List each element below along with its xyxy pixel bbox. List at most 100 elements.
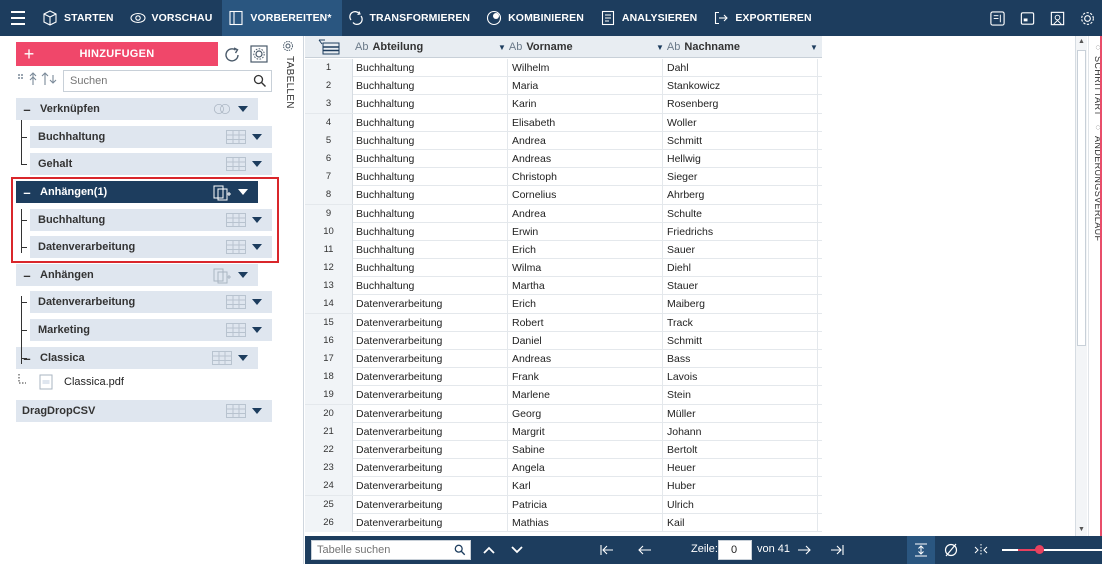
table-row[interactable]: 13 Buchhaltung Martha Stauer bbox=[305, 277, 822, 296]
table-cell[interactable]: Datenverarbeitung bbox=[353, 422, 508, 441]
table-cell[interactable]: Buchhaltung bbox=[353, 186, 508, 205]
table-cell[interactable]: Rosenberg bbox=[663, 95, 818, 114]
table-row[interactable]: 15 Datenverarbeitung Robert Track bbox=[305, 313, 822, 332]
table-cell[interactable]: Datenverarbeitung bbox=[353, 295, 508, 314]
chevron-down-icon[interactable] bbox=[252, 407, 262, 415]
column-header-nachname[interactable]: ▼ Ab Nachname bbox=[656, 36, 816, 58]
table-cell[interactable]: Buchhaltung bbox=[353, 131, 508, 150]
table-cell[interactable]: Heuer bbox=[663, 459, 818, 478]
table-cell[interactable]: Sieger bbox=[663, 168, 818, 187]
table-cell[interactable]: Buchhaltung bbox=[353, 277, 508, 296]
tab-transformieren[interactable]: TRANSFORMIEREN bbox=[342, 0, 481, 36]
table-cell[interactable]: Hellwig bbox=[663, 149, 818, 168]
table-cell[interactable]: Sauer bbox=[663, 240, 818, 259]
tree-child-buchhaltung[interactable]: Buchhaltung bbox=[30, 126, 272, 148]
table-cell[interactable]: Datenverarbeitung bbox=[353, 459, 508, 478]
chevron-down-icon[interactable] bbox=[238, 271, 248, 279]
vertical-scrollbar[interactable]: ▲ ▼ bbox=[1075, 36, 1087, 536]
scroll-up-icon[interactable]: ▲ bbox=[1078, 38, 1085, 45]
table-cell[interactable]: Datenverarbeitung bbox=[353, 477, 508, 496]
table-cell[interactable]: Datenverarbeitung bbox=[353, 313, 508, 332]
table-row[interactable]: 6 Buchhaltung Andreas Hellwig bbox=[305, 149, 822, 169]
refresh-icon[interactable] bbox=[223, 45, 243, 65]
table-row[interactable]: 9 Buchhaltung Andrea Schulte bbox=[305, 204, 822, 223]
chevron-down-icon[interactable] bbox=[252, 133, 262, 141]
zoom-slider[interactable] bbox=[1002, 545, 1102, 554]
table-row[interactable]: 26 Datenverarbeitung Mathias Kail bbox=[305, 513, 822, 532]
chevron-down-icon[interactable] bbox=[252, 326, 262, 334]
row-height-toggle-button[interactable] bbox=[907, 536, 935, 564]
tabellen-vertical-label[interactable]: TABELLEN bbox=[281, 56, 295, 126]
table-cell[interactable]: Datenverarbeitung bbox=[353, 331, 508, 350]
tab-kombinieren[interactable]: KOMBINIEREN bbox=[480, 0, 594, 36]
table-cell[interactable]: Buchhaltung bbox=[353, 59, 508, 77]
table-cell[interactable]: Andreas bbox=[508, 350, 663, 368]
table-row[interactable]: 1 Buchhaltung Wilhelm Dahl bbox=[305, 59, 822, 78]
table-cell[interactable]: Stankowicz bbox=[663, 77, 818, 96]
table-cell[interactable]: Patricia bbox=[508, 495, 663, 514]
tab-starten[interactable]: STARTEN bbox=[36, 0, 124, 36]
table-cell[interactable]: Karl bbox=[508, 477, 663, 496]
table-cell[interactable]: Buchhaltung bbox=[353, 204, 508, 223]
table-cell[interactable]: Wilma bbox=[508, 259, 663, 278]
table-cell[interactable]: Woller bbox=[663, 113, 818, 132]
tree-child-marketing[interactable]: Marketing bbox=[30, 319, 272, 341]
table-cell[interactable]: Christoph bbox=[508, 168, 663, 187]
table-row[interactable]: 21 Datenverarbeitung Margrit Johann bbox=[305, 422, 822, 441]
window-icon[interactable] bbox=[1012, 0, 1042, 36]
prev-match-button[interactable] bbox=[477, 536, 501, 564]
menu-icon[interactable] bbox=[0, 0, 36, 36]
tree-group-verkn-pfen[interactable]: – Verknüpfen bbox=[16, 98, 258, 120]
collapse-icon[interactable]: – bbox=[16, 102, 38, 117]
book-icon[interactable] bbox=[1042, 0, 1072, 36]
table-cell[interactable]: Datenverarbeitung bbox=[353, 495, 508, 514]
table-row[interactable]: 18 Datenverarbeitung Frank Lavois bbox=[305, 368, 822, 387]
table-cell[interactable]: Daniel bbox=[508, 331, 663, 350]
first-row-button[interactable] bbox=[595, 536, 619, 564]
tree-group-anh-ngen[interactable]: – Anhängen bbox=[16, 264, 258, 286]
table-row[interactable]: 23 Datenverarbeitung Angela Heuer bbox=[305, 459, 822, 478]
table-row[interactable]: 16 Datenverarbeitung Daniel Schmitt bbox=[305, 331, 822, 350]
table-row[interactable]: 2 Buchhaltung Maria Stankowicz bbox=[305, 77, 822, 96]
collapse-icon[interactable]: – bbox=[16, 185, 38, 200]
table-cell[interactable]: Stein bbox=[663, 386, 818, 405]
table-cell[interactable]: Datenverarbeitung bbox=[353, 386, 508, 405]
table-cell[interactable]: Erwin bbox=[508, 222, 663, 241]
table-cell[interactable]: Georg bbox=[508, 404, 663, 423]
tree-file-classica-pdf[interactable]: Classica.pdf bbox=[16, 372, 124, 392]
chevron-down-icon[interactable] bbox=[252, 298, 262, 306]
tab-analysieren[interactable]: ANALYSIEREN bbox=[594, 0, 707, 36]
table-cell[interactable]: Müller bbox=[663, 404, 818, 423]
table-row[interactable]: 20 Datenverarbeitung Georg Müller bbox=[305, 404, 822, 423]
table-cell[interactable]: Bass bbox=[663, 350, 818, 368]
table-cell[interactable]: Andrea bbox=[508, 131, 663, 150]
sort-caret-icon[interactable]: ▼ bbox=[498, 43, 506, 52]
table-cell[interactable]: Buchhaltung bbox=[353, 168, 508, 187]
add-button[interactable]: + HINZUFUGEN bbox=[16, 42, 218, 66]
tree-table-dragdropcsv[interactable]: DragDropCSV bbox=[16, 400, 272, 422]
tab-vorschau[interactable]: VORSCHAU bbox=[124, 0, 223, 36]
next-row-button[interactable] bbox=[792, 536, 816, 564]
table-cell[interactable]: Buchhaltung bbox=[353, 95, 508, 114]
search-input[interactable] bbox=[64, 71, 244, 91]
table-cell[interactable]: Karin bbox=[508, 95, 663, 114]
table-row[interactable]: 12 Buchhaltung Wilma Diehl bbox=[305, 259, 822, 278]
table-cell[interactable]: Bertolt bbox=[663, 440, 818, 459]
table-row[interactable]: 11 Buchhaltung Erich Sauer bbox=[305, 240, 822, 260]
table-cell[interactable]: Lavois bbox=[663, 368, 818, 387]
table-cell[interactable]: Huber bbox=[663, 477, 818, 496]
tree-child-buchhaltung[interactable]: Buchhaltung bbox=[30, 209, 272, 231]
sort-caret-icon[interactable]: ▼ bbox=[656, 43, 664, 52]
table-cell[interactable]: Diehl bbox=[663, 259, 818, 278]
table-row[interactable]: 8 Buchhaltung Cornelius Ahrberg bbox=[305, 186, 822, 205]
table-cell[interactable]: Margrit bbox=[508, 422, 663, 441]
table-cell[interactable]: Schulte bbox=[663, 204, 818, 223]
search-icon[interactable] bbox=[454, 544, 466, 556]
chevron-down-icon[interactable] bbox=[252, 243, 262, 251]
table-cell[interactable]: Andrea bbox=[508, 204, 663, 223]
row-number-input[interactable] bbox=[719, 541, 749, 559]
table-cell[interactable]: Buchhaltung bbox=[353, 240, 508, 259]
scroll-down-icon[interactable]: ▼ bbox=[1078, 526, 1085, 533]
table-cell[interactable]: Marlene bbox=[508, 386, 663, 405]
collapse-icon[interactable]: – bbox=[16, 268, 38, 283]
